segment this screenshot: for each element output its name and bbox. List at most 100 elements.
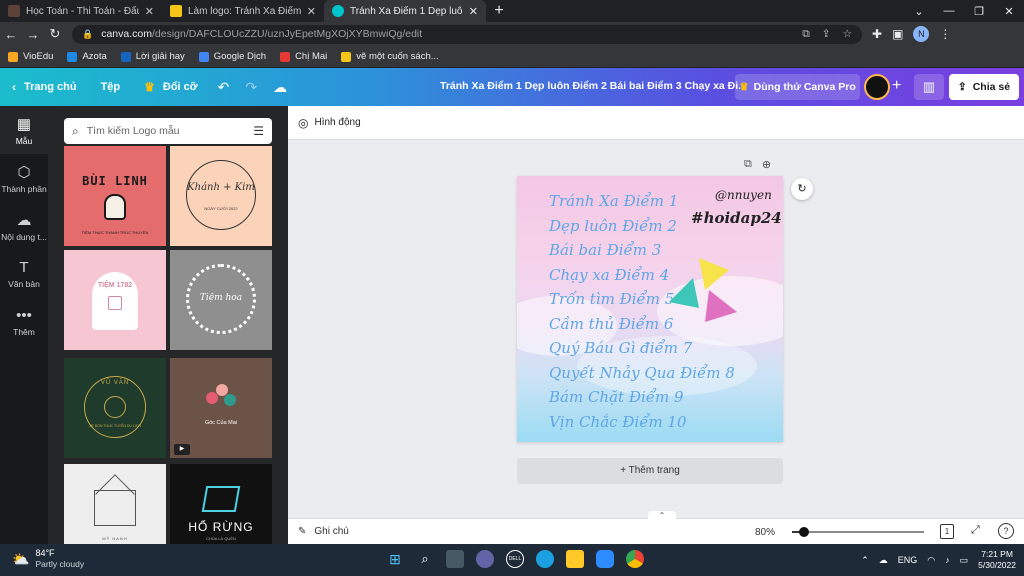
bookmark-chi-mai[interactable]: Chị Mai xyxy=(280,51,327,62)
edge-icon[interactable] xyxy=(536,550,554,568)
teams-chat-icon[interactable] xyxy=(476,550,494,568)
triangle-shapes[interactable] xyxy=(667,254,747,326)
template-search-box[interactable]: ⌕ ☰ xyxy=(64,118,272,144)
rail-item-elements[interactable]: ⬡ Thành phần xyxy=(0,154,48,202)
insights-chart-icon[interactable]: ▥ xyxy=(914,74,944,100)
poem-line-7[interactable]: Quý Báu Gì điểm 7 xyxy=(549,339,692,357)
poem-line-4[interactable]: Chạy xa Điểm 4 xyxy=(549,266,669,284)
new-tab-button[interactable]: + xyxy=(486,0,512,22)
profile-avatar[interactable]: N xyxy=(913,26,930,42)
poem-line-3[interactable]: Bái bai Điểm 3 xyxy=(549,241,661,259)
back-icon[interactable]: ← xyxy=(0,27,22,42)
resize-button[interactable]: ♛ Đổi cỡ xyxy=(132,80,209,94)
design-page[interactable]: Tránh Xa Điểm 1 Dẹp luôn Điểm 2 Bái bai … xyxy=(517,176,783,442)
side-panel-icon[interactable]: ▣ xyxy=(892,27,903,41)
search-icon[interactable]: ⌕ xyxy=(416,550,434,568)
rail-item-text[interactable]: T Văn bản xyxy=(0,250,48,298)
chrome-icon[interactable] xyxy=(626,550,644,568)
bookmark-star-icon[interactable]: ☆ xyxy=(843,28,852,41)
bookmark-ve-mot-cuon-sach[interactable]: vẽ một cuốn sách... xyxy=(341,51,439,62)
volume-icon[interactable]: ♪ xyxy=(945,555,950,565)
install-app-icon[interactable]: ⧉ xyxy=(802,28,810,41)
windows-start-icon[interactable]: ⊞ xyxy=(386,550,404,568)
language-indicator[interactable]: ENG xyxy=(898,555,918,565)
notes-button[interactable]: ✎ Ghi chú xyxy=(288,526,349,537)
author-handle[interactable]: @nnuyen xyxy=(715,188,772,202)
poem-line-2[interactable]: Dẹp luôn Điểm 2 xyxy=(549,217,677,235)
poem-line-1[interactable]: Tránh Xa Điểm 1 xyxy=(549,192,678,210)
filter-icon[interactable]: ☰ xyxy=(253,124,264,138)
battery-icon[interactable]: ▭ xyxy=(960,555,969,566)
add-page-icon[interactable]: ⊕ xyxy=(762,158,771,171)
template-search-input[interactable] xyxy=(86,125,254,137)
bookmark-google-dich[interactable]: Google Dịch xyxy=(198,51,266,62)
address-bar[interactable]: 🔒 canva.com /design/DAFCLOUcZZU/uznJyEpe… xyxy=(72,24,862,44)
file-explorer-icon[interactable] xyxy=(566,550,584,568)
zoom-app-icon[interactable] xyxy=(596,550,614,568)
zoom-slider-knob[interactable] xyxy=(798,527,809,537)
rail-item-more[interactable]: ••• Thêm xyxy=(0,298,48,346)
file-menu-button[interactable]: Tệp xyxy=(89,81,133,93)
poem-line-5[interactable]: Trốn tìm Điểm 5 xyxy=(549,290,674,308)
browser-tab-2[interactable]: Làm logo: Tránh Xa Điểm 1 Dẹp... ✕ xyxy=(162,0,324,22)
cloud-save-icon[interactable]: ☁ xyxy=(265,79,295,96)
help-icon[interactable]: ? xyxy=(998,523,1014,539)
template-tile-ho-rung[interactable]: HỔ RỪNG CHÚA LÀ QUẺN xyxy=(170,464,272,544)
undo-icon[interactable]: ↶ xyxy=(210,79,238,96)
weather-widget[interactable]: ⛅ 84°F Partly cloudy xyxy=(12,548,84,570)
minimize-icon[interactable]: — xyxy=(934,5,964,17)
bookmark-vioedu[interactable]: VioEdu xyxy=(8,51,53,62)
dell-icon[interactable]: DELL xyxy=(506,550,524,568)
bookmark-loi-giai-hay[interactable]: Lời giải hay xyxy=(120,51,185,62)
template-tile-tiem-1782[interactable]: TIỆM 1782 xyxy=(64,250,166,350)
clock[interactable]: 7:21 PM 5/30/2022 xyxy=(978,549,1016,571)
rail-item-uploads[interactable]: ☁ Nội dung t... xyxy=(0,202,48,250)
regenerate-icon[interactable]: ↻ xyxy=(791,178,813,200)
template-tile-bui-linh[interactable]: BÙI LINH TIỆM THỰC THANH TRÚC THUYỀN xyxy=(64,146,166,246)
close-window-icon[interactable]: ✕ xyxy=(994,5,1024,18)
template-subtitle: NGÀY CƯỚI 2022 xyxy=(204,206,238,211)
poem-line-6[interactable]: Cầm thủ Điểm 6 xyxy=(549,315,673,333)
poem-line-8[interactable]: Quyết Nhảy Qua Điểm 8 xyxy=(549,364,735,382)
document-title[interactable]: Tránh Xa Điểm 1 Dẹp luôn Điểm 2 Bái bai … xyxy=(440,80,747,92)
forward-icon[interactable]: → xyxy=(22,27,44,42)
share-button[interactable]: ⇪ Chia sẻ xyxy=(949,74,1019,100)
template-tile-tiem-hoa[interactable]: Tiệm hoa xyxy=(170,250,272,350)
close-tab-icon[interactable]: ✕ xyxy=(469,5,478,18)
duplicate-page-icon[interactable]: ⧉ xyxy=(744,158,752,171)
template-tile-my-hanh[interactable]: MỸ HẠNH xyxy=(64,464,166,544)
extensions-icon[interactable]: ✚ xyxy=(872,27,882,41)
template-tile-goc-cua-mai[interactable]: Góc Của Mai ▶ xyxy=(170,358,272,458)
home-button[interactable]: ‹ Trang chủ xyxy=(0,80,89,94)
zoom-slider[interactable] xyxy=(792,527,924,537)
reload-icon[interactable]: ↻ xyxy=(44,26,66,42)
page-count-button[interactable]: 1 xyxy=(940,524,954,539)
poem-line-10[interactable]: Vịn Chắc Điểm 10 xyxy=(549,413,687,431)
share-page-icon[interactable]: ⇪ xyxy=(822,28,831,41)
close-tab-icon[interactable]: ✕ xyxy=(145,5,154,18)
close-tab-icon[interactable]: ✕ xyxy=(307,5,316,18)
browser-tab-3[interactable]: Tránh Xa Điểm 1 Dẹp luôn Điểm... ✕ xyxy=(324,0,486,22)
redo-icon[interactable]: ↷ xyxy=(237,79,265,96)
hashtag-text[interactable]: #hoidap247 xyxy=(691,209,783,227)
tab-search-icon[interactable]: ⌄ xyxy=(904,5,934,18)
animate-button[interactable]: Hình động xyxy=(314,117,360,128)
menu-dots-icon[interactable]: ⋮ xyxy=(939,27,951,41)
cloud-sync-icon[interactable]: ☁ xyxy=(879,555,888,566)
add-page-button[interactable]: + Thêm trang xyxy=(517,458,783,484)
try-canva-pro-button[interactable]: ♛ Dùng thử Canva Pro xyxy=(735,74,860,100)
user-avatar[interactable] xyxy=(864,74,890,100)
fullscreen-icon[interactable]: ⤢ xyxy=(971,524,980,537)
bookmark-azota[interactable]: Azota xyxy=(67,51,107,62)
poem-line-9[interactable]: Bám Chặt Điểm 9 xyxy=(549,388,684,406)
task-view-icon[interactable] xyxy=(446,550,464,568)
chevron-up-icon[interactable]: ⌃ xyxy=(861,555,869,566)
maximize-icon[interactable]: ❐ xyxy=(964,5,994,18)
template-tile-khanh-kim[interactable]: Khánh + Kim NGÀY CƯỚI 2022 xyxy=(170,146,272,246)
wifi-icon[interactable]: ◠ xyxy=(927,555,935,566)
add-collaborator-icon[interactable]: + xyxy=(892,77,901,95)
browser-tab-1[interactable]: Học Toán - Thi Toán - Đấu trường... ✕ xyxy=(0,0,162,22)
chevron-up-icon[interactable]: ⌃ xyxy=(648,511,676,521)
rail-item-templates[interactable]: ▦ Mẫu xyxy=(0,106,48,154)
template-tile-vu-van[interactable]: VŨ VĂN XE ĐÓN THÚC TUYẾN DU LỊCH xyxy=(64,358,166,458)
